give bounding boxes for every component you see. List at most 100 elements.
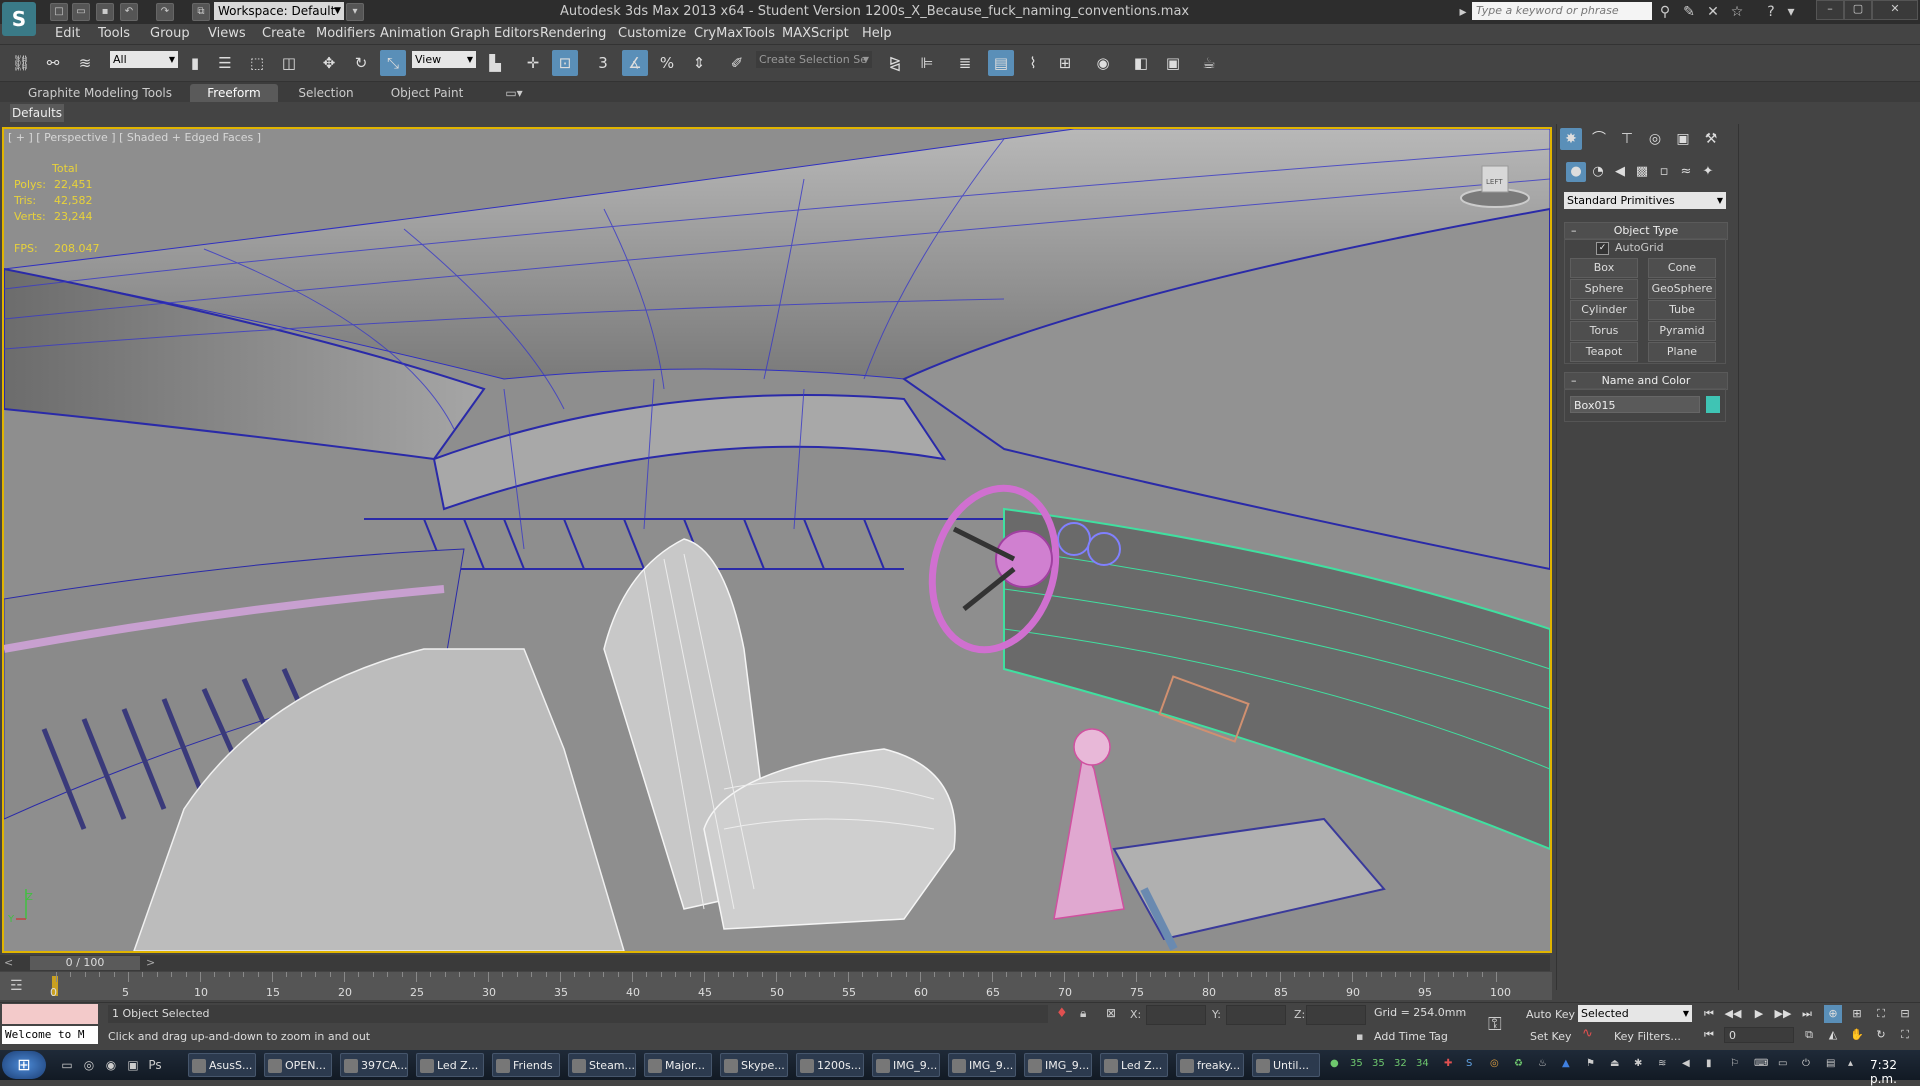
hierarchy-tab-icon[interactable]: ⊤ <box>1616 128 1638 150</box>
keyboard-icon[interactable]: ⌨ <box>1754 1058 1768 1069</box>
selection-filter-dropdown[interactable]: All ▼ <box>110 51 178 68</box>
modify-tab-icon[interactable]: ⌒ <box>1588 128 1610 150</box>
add-time-tag-button[interactable]: Add Time Tag <box>1374 1030 1448 1043</box>
tools-icon[interactable]: ✎ <box>1680 3 1698 21</box>
slider-next-icon[interactable]: > <box>146 956 155 969</box>
taskbar-button[interactable]: 397CA... <box>340 1053 408 1077</box>
align-icon[interactable]: ⊫ <box>914 50 940 76</box>
named-selection-set-dropdown[interactable]: Create Selection Se ▼ <box>756 51 872 68</box>
maxscript-output[interactable]: Welcome to M <box>2 1026 98 1044</box>
schematic-view-icon[interactable]: ⊞ <box>1052 50 1078 76</box>
zoom-icon[interactable]: ⊕ <box>1824 1005 1842 1023</box>
keyboard-shortcut-override-icon[interactable]: ⊡ <box>552 50 578 76</box>
taskbar-button[interactable]: Skype... <box>720 1053 788 1077</box>
chevron-down-icon[interactable]: ▾ <box>346 3 364 21</box>
next-frame-icon[interactable]: ▶▶ <box>1774 1005 1792 1023</box>
taskbar-button[interactable]: IMG_9... <box>948 1053 1016 1077</box>
power-icon[interactable]: ⏻ <box>1802 1058 1810 1069</box>
tray-icon[interactable]: ● <box>1330 1058 1339 1069</box>
menu-rendering[interactable]: Rendering <box>540 26 606 41</box>
cone-button[interactable]: Cone <box>1648 258 1716 278</box>
viewport-label[interactable]: [ + ] [ Perspective ] [ Shaded + Edged F… <box>8 131 261 144</box>
select-object-icon[interactable]: ▮ <box>182 50 208 76</box>
rendered-frame-icon[interactable]: ▣ <box>1160 50 1186 76</box>
absolute-mode-icon[interactable]: ⊠ <box>1106 1006 1116 1020</box>
taskbar-button[interactable]: Led Z... <box>1100 1053 1168 1077</box>
tab-freeform[interactable]: Freeform <box>190 84 278 102</box>
media-icon[interactable]: ▣ <box>124 1056 142 1074</box>
defaults-panel-button[interactable]: Defaults <box>10 104 64 122</box>
field-of-view-icon[interactable]: ◭ <box>1824 1026 1842 1044</box>
hold-icon[interactable]: ⧉ <box>192 3 210 21</box>
taskbar-button[interactable]: Until... <box>1252 1053 1320 1077</box>
taskbar-button[interactable]: Steam... <box>568 1053 636 1077</box>
new-file-icon[interactable]: □ <box>50 3 68 21</box>
scale-icon[interactable]: ⤡ <box>380 50 406 76</box>
curve-editor-icon[interactable]: ⌇ <box>1020 50 1046 76</box>
steam-tray-icon[interactable]: ♨ <box>1538 1058 1547 1069</box>
tube-button[interactable]: Tube <box>1648 300 1716 320</box>
close-window-button[interactable]: ✕ <box>1872 0 1918 20</box>
volume-icon[interactable]: ◀ <box>1682 1058 1690 1069</box>
photoshop-icon[interactable]: Ps <box>146 1056 164 1074</box>
skype-tray-icon[interactable]: S <box>1466 1058 1472 1069</box>
taskbar-button[interactable]: IMG_9... <box>1024 1053 1092 1077</box>
key-mode-icon[interactable]: ⏮ <box>1700 1026 1718 1044</box>
y-coordinate-input[interactable] <box>1226 1005 1286 1025</box>
search-input[interactable]: Type a keyword or phrase <box>1472 2 1652 20</box>
snaps-toggle-icon[interactable]: 3 <box>590 50 616 76</box>
taskbar-button[interactable]: 1200s... <box>796 1053 864 1077</box>
torus-button[interactable]: Torus <box>1570 321 1638 341</box>
zoom-extents-icon[interactable]: ⛶ <box>1872 1005 1890 1023</box>
menu-modifiers[interactable]: Modifiers <box>316 26 375 41</box>
show-desktop-icon[interactable]: ▭ <box>58 1056 76 1074</box>
maxscript-listener-mini[interactable] <box>2 1004 98 1024</box>
star-icon[interactable]: ☆ <box>1728 3 1746 21</box>
play-icon[interactable]: ▶ <box>1750 1005 1768 1023</box>
edit-named-selection-icon[interactable]: ✐ <box>724 50 750 76</box>
rotate-icon[interactable]: ↻ <box>348 50 374 76</box>
layer-manager-icon[interactable]: ≣ <box>952 50 978 76</box>
zoom-all-icon[interactable]: ⊞ <box>1848 1005 1866 1023</box>
chrome-icon[interactable]: ◎ <box>80 1056 98 1074</box>
workspace-dropdown[interactable]: Workspace: Default ▼ <box>214 2 344 20</box>
taskbar-button[interactable]: OPEN... <box>264 1053 332 1077</box>
geometry-icon[interactable]: ● <box>1566 162 1586 182</box>
tab-graphite-modeling-tools[interactable]: Graphite Modeling Tools <box>24 84 176 102</box>
mirror-icon[interactable]: ⧎ <box>882 50 908 76</box>
cameras-icon[interactable]: ▩ <box>1632 162 1652 182</box>
systems-icon[interactable]: ✦ <box>1698 162 1718 182</box>
start-button[interactable]: ⊞ <box>2 1051 46 1079</box>
maximize-button[interactable]: ▢ <box>1844 0 1872 20</box>
app-icon[interactable]: ◉ <box>102 1056 120 1074</box>
auto-key-button[interactable]: Auto Key <box>1526 1008 1575 1021</box>
teapot-button[interactable]: Teapot <box>1570 342 1638 362</box>
menu-group[interactable]: Group <box>150 26 190 41</box>
pyramid-button[interactable]: Pyramid <box>1648 321 1716 341</box>
rect-selection-icon[interactable]: ⬚ <box>244 50 270 76</box>
action-center-icon[interactable]: ⚐ <box>1730 1058 1739 1069</box>
bluetooth-icon[interactable]: ✱ <box>1634 1058 1642 1069</box>
time-slider-thumb[interactable]: 0 / 100 <box>30 956 140 970</box>
go-to-end-icon[interactable]: ⏭ <box>1798 1005 1816 1023</box>
render-icon[interactable]: ☕ <box>1196 50 1222 76</box>
show-hidden-icon[interactable]: ▴ <box>1848 1058 1853 1069</box>
key-icon[interactable]: ⚿ <box>1488 1014 1502 1035</box>
time-slider[interactable] <box>0 955 1550 971</box>
motion-tab-icon[interactable]: ◎ <box>1644 128 1666 150</box>
expand-search-icon[interactable]: ▸ <box>1454 3 1472 21</box>
utilities-tab-icon[interactable]: ⚒ <box>1700 128 1722 150</box>
binoculars-icon[interactable]: ⚲ <box>1656 3 1674 21</box>
z-coordinate-input[interactable] <box>1306 1005 1366 1025</box>
shapes-icon[interactable]: ◔ <box>1588 162 1608 182</box>
redo-icon[interactable]: ↷ <box>156 3 174 21</box>
chrome-tray-icon[interactable]: ◎ <box>1490 1058 1499 1069</box>
network-icon[interactable]: ▲ <box>1562 1058 1570 1069</box>
bind-spacewarp-icon[interactable]: ≋ <box>72 50 98 76</box>
slider-prev-icon[interactable]: < <box>4 956 13 969</box>
primitive-category-dropdown[interactable]: Standard Primitives ▼ <box>1564 192 1726 209</box>
link-icon[interactable]: ⛓ <box>8 50 34 76</box>
graphite-toggle-icon[interactable]: ▤ <box>988 50 1014 76</box>
sync-icon[interactable]: ♻ <box>1514 1058 1523 1069</box>
create-tab-icon[interactable]: ✸ <box>1560 128 1582 150</box>
